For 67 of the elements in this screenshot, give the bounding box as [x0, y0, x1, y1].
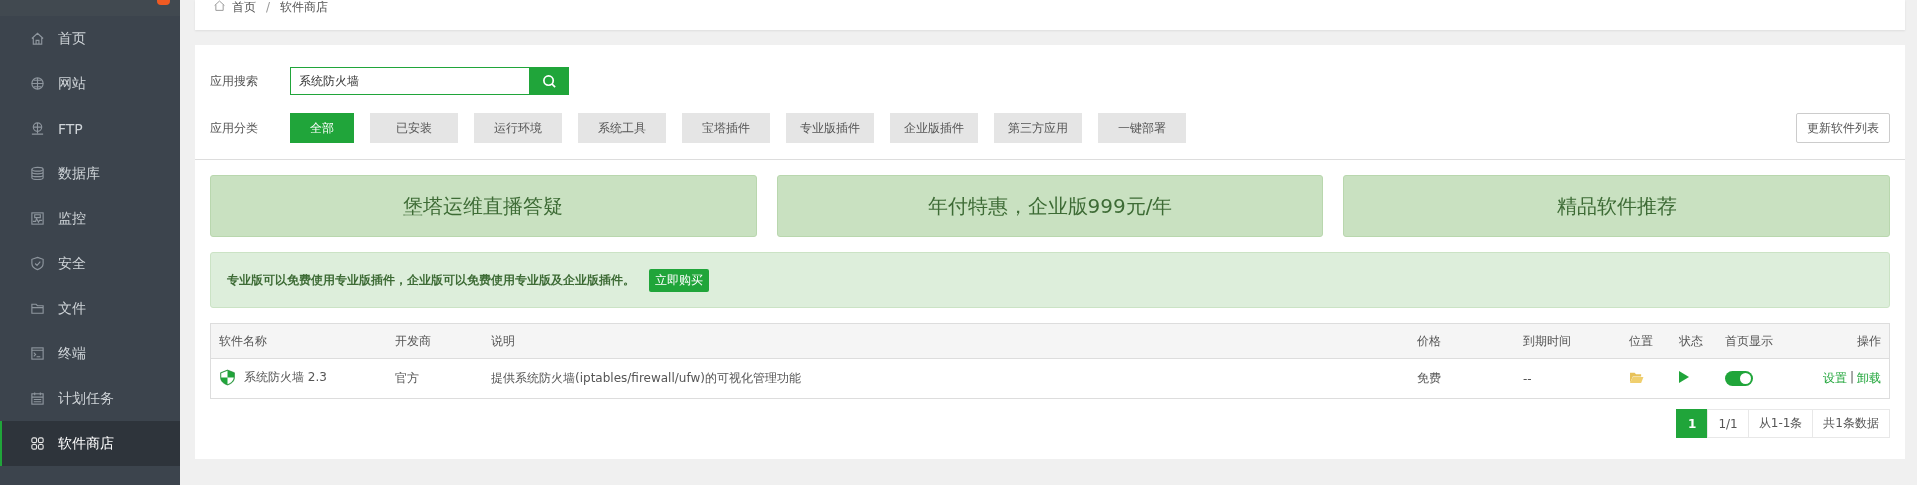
- calendar-icon: [30, 391, 45, 406]
- column-header: 到期时间: [1515, 323, 1621, 359]
- column-header: 软件名称: [210, 323, 387, 359]
- sidebar-item[interactable]: 首页: [0, 16, 180, 61]
- pagination-item: 从1-1条: [1747, 409, 1814, 438]
- refresh-list-button[interactable]: 更新软件列表: [1796, 113, 1890, 143]
- search-icon: [542, 73, 557, 89]
- category-tab[interactable]: 运行环境: [474, 113, 562, 143]
- home-icon: [30, 31, 45, 46]
- search-label: 应用搜索: [210, 72, 259, 90]
- search-button[interactable]: [530, 67, 569, 95]
- shield-check-icon: [30, 256, 45, 271]
- promo-banner[interactable]: 年付特惠，企业版999元/年: [776, 175, 1324, 237]
- notification-badge: [157, 0, 170, 5]
- column-header: 价格: [1409, 323, 1515, 359]
- network-globe-icon: [30, 121, 45, 136]
- search-field[interactable]: 系统防火墙: [290, 67, 530, 95]
- column-header: 状态: [1671, 323, 1717, 359]
- globe-icon: [30, 76, 45, 91]
- shield-icon: [219, 368, 236, 386]
- breadcrumb-separator: /: [266, 0, 271, 14]
- promo-banner[interactable]: 精品软件推荐: [1343, 175, 1890, 237]
- database-icon: [30, 166, 45, 181]
- column-header: 操作: [1813, 323, 1890, 359]
- breadcrumb-link[interactable]: 软件商店: [280, 0, 329, 14]
- table-cell: 系统防火墙 2.3: [244, 368, 327, 386]
- table-cell: 官方: [395, 371, 419, 385]
- folder-icon: [30, 301, 45, 316]
- category-tab[interactable]: 第三方应用: [994, 113, 1082, 143]
- sidebar-item[interactable]: 软件商店: [0, 421, 180, 466]
- sidebar-item[interactable]: 数据库: [0, 151, 180, 196]
- sidebar-item[interactable]: FTP: [0, 106, 180, 151]
- column-header: 说明: [483, 323, 1409, 359]
- folder-icon[interactable]: [1629, 370, 1644, 384]
- column-header: 位置: [1621, 323, 1671, 359]
- sidebar-item[interactable]: 网站: [0, 61, 180, 106]
- category-tab[interactable]: 已安装: [370, 113, 458, 143]
- category-tab[interactable]: 系统工具: [578, 113, 666, 143]
- table-cell: 提供系统防火墙(iptables/firewall/ufw)的可视化管理功能: [491, 371, 801, 385]
- category-label: 应用分类: [210, 119, 259, 137]
- pagination-item: 1/1: [1707, 409, 1749, 438]
- home-icon: [213, 0, 226, 12]
- notice-text: 专业版可以免费使用专业版插件，企业版可以免费使用专业版及企业版插件。: [227, 271, 635, 289]
- category-tab[interactable]: 一键部署: [1098, 113, 1186, 143]
- sidebar-item[interactable]: 文件: [0, 286, 180, 331]
- action-link[interactable]: 设置: [1822, 370, 1847, 387]
- breadcrumb-link[interactable]: 首页: [232, 0, 256, 14]
- table-cell: 免费: [1417, 371, 1441, 385]
- action-separator: |: [1849, 370, 1854, 386]
- sidebar-item[interactable]: 终端: [0, 331, 180, 376]
- category-tab[interactable]: 专业版插件: [786, 113, 874, 143]
- column-header: 首页显示: [1717, 323, 1813, 359]
- play-icon[interactable]: [1679, 371, 1689, 383]
- promo-banner[interactable]: 堡塔运维直播答疑: [210, 175, 757, 237]
- action-link[interactable]: 卸载: [1857, 370, 1881, 387]
- pagination-item: 共1条数据: [1812, 409, 1890, 438]
- column-header: 开发商: [387, 323, 483, 359]
- sidebar-item[interactable]: 监控: [0, 196, 180, 241]
- category-tab[interactable]: 企业版插件: [890, 113, 978, 143]
- sidebar-item[interactable]: 安全: [0, 241, 180, 286]
- sidebar-item[interactable]: 计划任务: [0, 376, 180, 421]
- grid-icon: [30, 436, 45, 451]
- terminal-icon: [30, 346, 45, 361]
- category-tab[interactable]: 宝塔插件: [682, 113, 770, 143]
- monitor-chart-icon: [30, 211, 45, 226]
- table-cell: --: [1523, 371, 1532, 386]
- toggle-switch[interactable]: [1725, 371, 1753, 386]
